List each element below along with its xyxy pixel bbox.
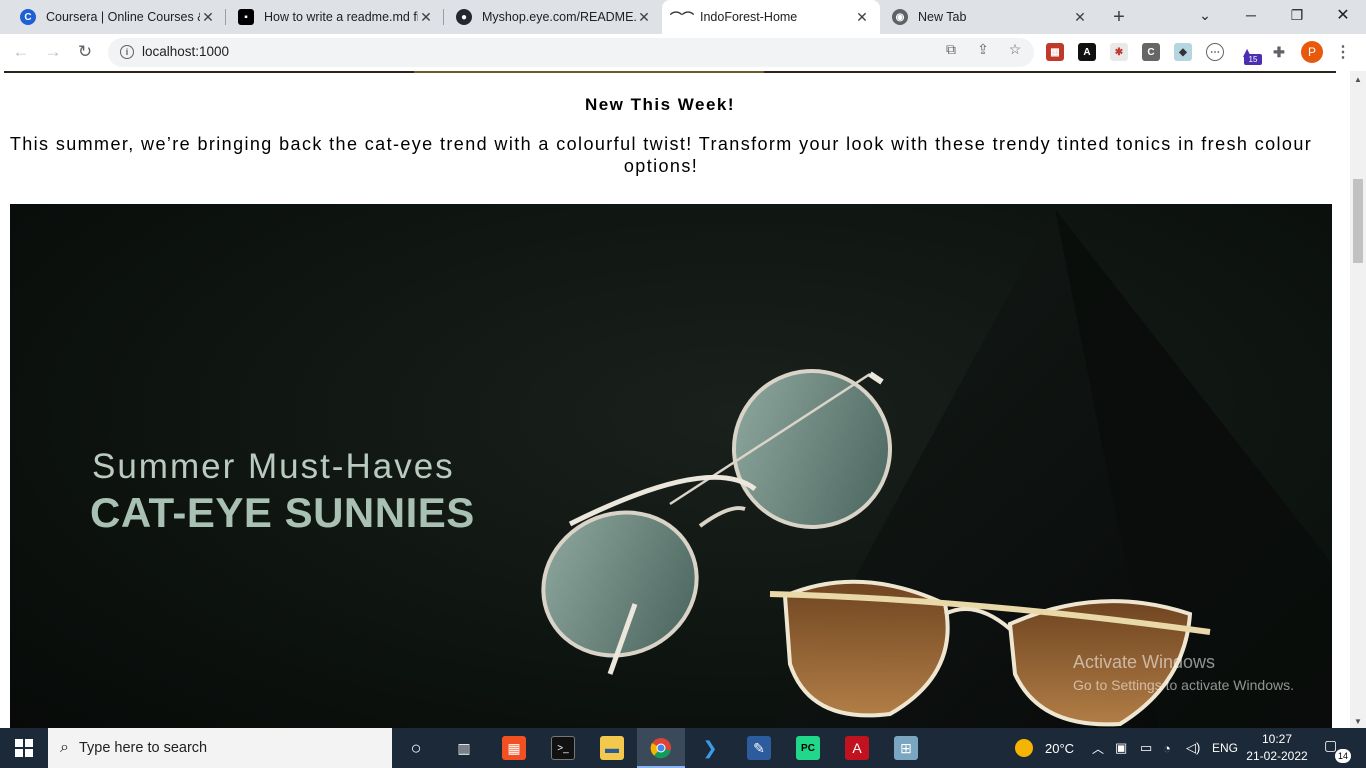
clock-date: 21-02-2022: [1246, 749, 1308, 763]
meet-now-icon[interactable]: ▣: [1115, 728, 1127, 768]
show-hidden-icons-icon[interactable]: ︿: [1092, 728, 1104, 768]
previous-banner-edge: [4, 71, 1336, 73]
language-indicator[interactable]: ENG: [1212, 728, 1238, 768]
terminal-icon[interactable]: >_: [551, 736, 575, 760]
wifi-icon[interactable]: ◔: [1163, 728, 1171, 768]
sun-icon: [1015, 739, 1033, 757]
site-info-icon[interactable]: i: [120, 45, 134, 59]
tab-coursera[interactable]: C Coursera | Online Courses & ✕: [8, 0, 226, 34]
share-icon[interactable]: ⇪: [973, 39, 993, 59]
cortana-icon[interactable]: ○: [404, 736, 428, 760]
taskbar-clock[interactable]: 10:27 21-02-2022: [1244, 731, 1310, 765]
windows-logo-icon: [15, 739, 33, 757]
file-explorer-icon[interactable]: ▬: [600, 736, 624, 760]
close-icon[interactable]: ✕: [854, 9, 870, 25]
chrome-taskbar-icon[interactable]: [649, 736, 673, 760]
extension-icon[interactable]: ▦: [1046, 43, 1064, 61]
extension-icon[interactable]: ✱: [1110, 43, 1128, 61]
close-icon[interactable]: ✕: [1072, 9, 1088, 25]
tab-title: IndoForest-Home: [700, 10, 798, 24]
tab-github[interactable]: ● Myshop.eye.com/README.m ✕: [444, 0, 662, 34]
restore-button[interactable]: ❐: [1274, 0, 1320, 30]
url-text: localhost:1000: [142, 44, 230, 59]
tab-indoforest[interactable]: ⌒⌒ IndoForest-Home ✕: [662, 0, 880, 34]
extension-icon[interactable]: ◆: [1174, 43, 1192, 61]
banner-title: CAT-EYE SUNNIES: [90, 489, 475, 536]
page-scrollbar[interactable]: ▲ ▼: [1350, 71, 1366, 728]
acrobat-icon[interactable]: A: [845, 736, 869, 760]
tab-readme[interactable]: ▪ How to write a readme.md fi ✕: [226, 0, 444, 34]
tab-title: New Tab: [918, 10, 967, 24]
extensions-puzzle-icon[interactable]: ✚: [1270, 43, 1288, 61]
tab-title: How to write a readme.md fi: [264, 10, 418, 24]
clock-time: 10:27: [1261, 732, 1293, 746]
github-icon: ●: [456, 9, 472, 25]
taskbar-search-placeholder: Type here to search: [78, 740, 208, 756]
forward-button[interactable]: →: [40, 39, 66, 65]
chrome-icon: ◉: [892, 9, 908, 25]
chrome-logo-icon: [650, 738, 671, 759]
notification-count: 14: [1335, 749, 1351, 763]
close-icon[interactable]: ✕: [636, 9, 652, 25]
activation-watermark-title: Activate Windows: [1073, 652, 1216, 672]
bookmark-star-icon[interactable]: ☆: [1005, 39, 1025, 59]
address-bar[interactable]: i localhost:1000: [108, 38, 1034, 67]
back-button[interactable]: ←: [8, 39, 34, 65]
close-window-button[interactable]: ✕: [1320, 0, 1366, 30]
browser-toolbar: ← → ↻ i localhost:1000 ⧉ ⇪ ☆ ▦ A ✱ C ◆ ⋯…: [0, 34, 1366, 71]
open-in-app-icon[interactable]: ⧉: [941, 39, 961, 59]
browser-menu-icon[interactable]: ⋮: [1335, 42, 1351, 62]
section-heading: New This Week!: [584, 95, 736, 114]
profile-avatar[interactable]: P: [1301, 41, 1323, 63]
tab-strip: C Coursera | Online Courses & ✕ ▪ How to…: [0, 0, 1366, 34]
sunglasses-icon: ⌒⌒: [670, 10, 695, 25]
scroll-down-arrow-icon[interactable]: ▼: [1354, 717, 1362, 726]
minimize-button[interactable]: ─: [1228, 0, 1274, 30]
section-description: This summer, we’re bringing back the cat…: [9, 134, 1313, 176]
reload-button[interactable]: ↻: [72, 39, 98, 65]
promo-banner[interactable]: Summer Must-Haves CAT-EYE SUNNIES: [10, 204, 1332, 728]
tab-newtab[interactable]: ◉ New Tab ✕: [880, 0, 1098, 34]
close-icon[interactable]: ✕: [418, 9, 434, 25]
app-icon[interactable]: ✎: [747, 736, 771, 760]
extension-icon[interactable]: ⋯: [1206, 43, 1224, 61]
activation-watermark-text: Go to Settings to activate Windows.: [1073, 677, 1294, 693]
store-icon[interactable]: ▦: [502, 736, 526, 760]
coursera-icon: C: [20, 9, 36, 25]
start-button[interactable]: [0, 728, 48, 768]
tab-search-button[interactable]: ⌄: [1182, 0, 1228, 30]
windows-taskbar: ⌕ Type here to search ○ ▥ ▦ >_ ▬ ❯ ✎ PC …: [0, 728, 1366, 768]
search-icon: ⌕: [60, 739, 69, 756]
angular-devtools-icon[interactable]: A: [1078, 43, 1096, 61]
tab-title: Myshop.eye.com/README.m: [482, 10, 636, 24]
taskbar-search-box[interactable]: ⌕ Type here to search: [48, 728, 392, 768]
scrollbar-thumb[interactable]: [1353, 179, 1363, 263]
pycharm-icon[interactable]: PC: [796, 736, 820, 760]
extension-badge: 15: [1244, 54, 1262, 65]
task-view-icon[interactable]: ▥: [452, 736, 476, 760]
extension-icon[interactable]: C: [1142, 43, 1160, 61]
app-icon[interactable]: ⊞: [894, 736, 918, 760]
page-viewport: New This Week! This summer, we’re bringi…: [0, 71, 1350, 728]
tab-title: Coursera | Online Courses &: [46, 10, 200, 24]
scroll-up-arrow-icon[interactable]: ▲: [1354, 75, 1362, 84]
close-icon[interactable]: ✕: [200, 9, 216, 25]
weather-temperature: 20°C: [1045, 740, 1075, 756]
battery-icon[interactable]: ▭: [1140, 728, 1152, 768]
new-tab-button[interactable]: +: [1108, 6, 1130, 28]
vscode-icon[interactable]: ❯: [698, 736, 722, 760]
dev-icon: ▪: [238, 9, 254, 25]
weather-widget[interactable]: 20°C: [1015, 728, 1074, 768]
banner-subtitle: Summer Must-Haves: [92, 447, 455, 486]
volume-icon[interactable]: ◁): [1186, 728, 1200, 768]
